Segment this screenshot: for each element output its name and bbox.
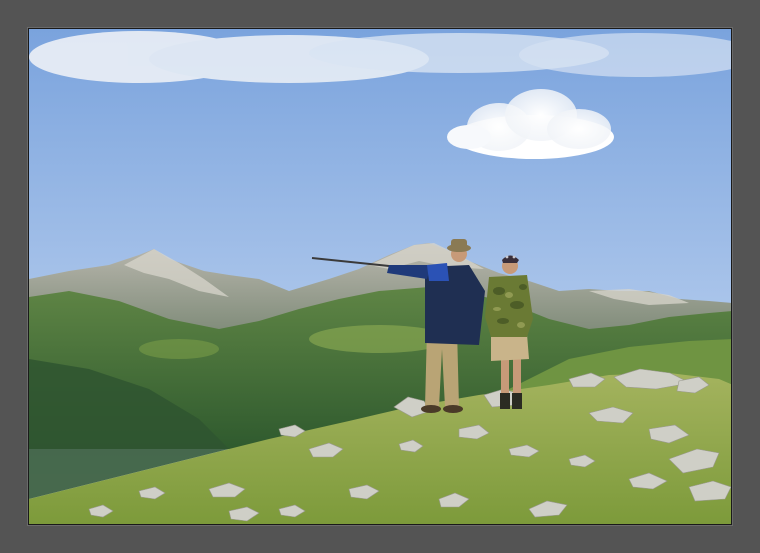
- landscape-scene: [29, 29, 731, 524]
- photograph: [28, 28, 732, 525]
- photo-frame: [0, 0, 760, 553]
- cloud-band: [29, 31, 731, 83]
